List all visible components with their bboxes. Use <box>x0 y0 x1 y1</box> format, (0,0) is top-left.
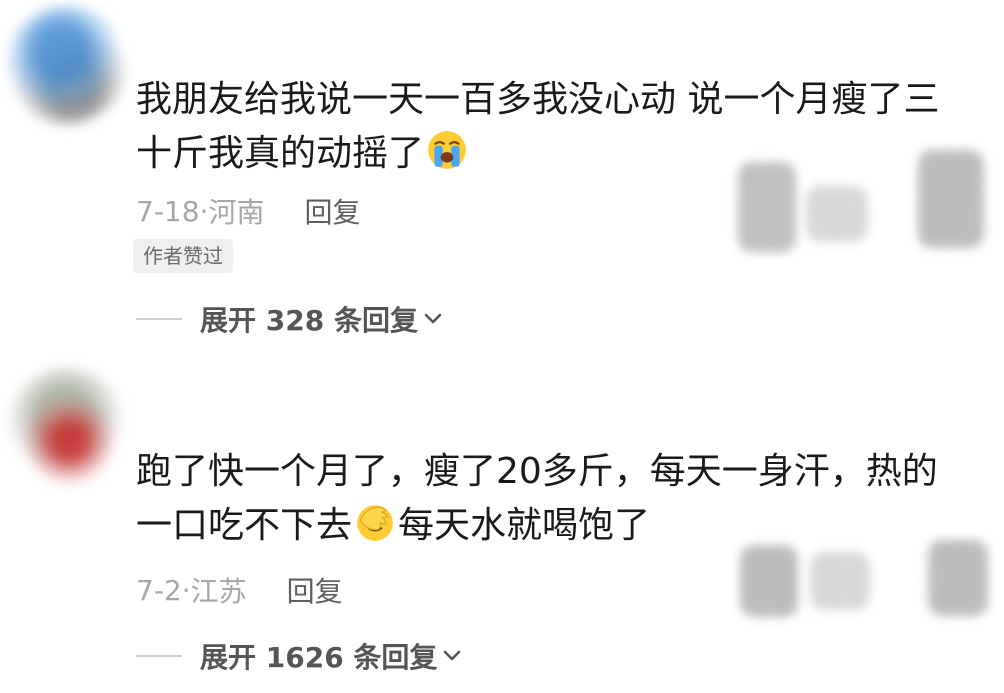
divider <box>136 318 182 320</box>
redacted-scribble <box>740 545 798 617</box>
comment-date: 7-2 <box>136 573 182 607</box>
loudly-crying-face-icon <box>428 131 466 169</box>
author-liked-badge: 作者赞过 <box>133 239 233 273</box>
comment-meta: 7-18 · 河南 回复 <box>136 191 360 231</box>
avatar[interactable] <box>8 6 126 124</box>
face-palm-icon <box>357 505 393 541</box>
chevron-down-icon <box>444 650 461 661</box>
comment-meta: 7-2 · 江苏 回复 <box>136 570 343 610</box>
avatar[interactable] <box>8 368 126 486</box>
expand-replies-button[interactable]: 展开 1626 条回复 <box>136 636 461 676</box>
redacted-scribble <box>928 540 988 616</box>
reply-button[interactable]: 回复 <box>304 191 360 231</box>
divider <box>136 655 182 657</box>
comment-text-tail: 每天水就喝饱了 <box>398 505 651 546</box>
comment-text: 跑了快一个月了，瘦了20多斤，每天一身汗，热的一口吃不下去 每天水就喝饱了 <box>136 445 956 553</box>
chevron-down-icon <box>424 313 442 324</box>
redacted-scribble <box>918 150 984 248</box>
separator: · <box>199 194 209 228</box>
comment-section: 我朋友给我说一天一百多我没心动 说一个月瘦了三十斤我真的动摇了 7-18 · 河… <box>0 0 1004 693</box>
expand-replies-button[interactable]: 展开 328 条回复 <box>136 299 442 339</box>
reply-button[interactable]: 回复 <box>287 570 343 610</box>
redacted-scribble <box>806 186 868 242</box>
redacted-scribble <box>738 162 796 252</box>
comment-location: 河南 <box>208 196 265 229</box>
expand-replies-label: 展开 1626 条回复 <box>200 641 438 674</box>
expand-replies-label: 展开 328 条回复 <box>200 304 418 337</box>
redacted-scribble <box>810 552 870 610</box>
comment-text-body: 我朋友给我说一天一百多我没心动 说一个月瘦了三十斤我真的动摇了 <box>136 79 940 174</box>
comment-location: 江苏 <box>190 575 247 608</box>
comment-text: 我朋友给我说一天一百多我没心动 说一个月瘦了三十斤我真的动摇了 <box>136 73 956 181</box>
comment-date: 7-18 <box>136 194 200 228</box>
separator: · <box>181 573 191 607</box>
